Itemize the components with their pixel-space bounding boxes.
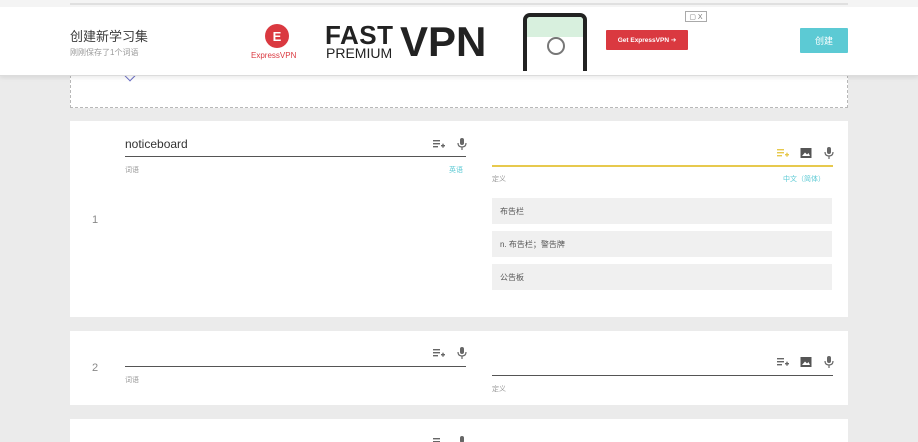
microphone-icon[interactable] [455,346,469,360]
add-list-icon[interactable] [432,137,446,151]
term-underline [125,156,466,157]
definition-suggestion[interactable]: 布告栏 [492,198,832,224]
image-icon[interactable] [799,146,813,160]
ad-brand-name: ExpressVPN [251,51,297,60]
term-input[interactable]: noticeboard [125,137,188,151]
add-list-icon[interactable] [432,435,446,442]
ad-headline-premium: PREMIUM [326,45,393,61]
term-underline[interactable] [125,366,466,367]
divider [70,3,848,5]
definition-language-link[interactable]: 中文（简体） [783,174,825,184]
term-label: 词语 [125,377,139,384]
phone-illustration [523,13,587,71]
microphone-icon[interactable] [822,355,836,369]
definition-suggestion[interactable]: n. 布告栏；警告牌 [492,231,832,257]
page-title: 创建新学习集 [70,29,149,44]
definition-underline[interactable] [492,165,833,167]
definition-suggestion[interactable]: 公告板 [492,264,832,290]
image-icon[interactable] [799,355,813,369]
add-list-icon[interactable] [776,355,790,369]
top-header: 创建新学习集 刚刚保存了1个词语 ▢ X E ExpressVPN FAST P… [0,0,918,76]
power-button-icon [547,37,565,55]
term-card: 1 noticeboard 词语 英语 定义 中文（简体） 布告栏 n. 布告栏… [70,121,848,317]
card-number: 2 [92,362,99,374]
ad-close-icon[interactable]: ▢ X [685,11,707,22]
term-label: 词语 [125,167,139,174]
phone-screen [527,17,583,37]
ad-headline-vpn: VPN [400,18,487,65]
term-card [70,419,848,442]
create-button[interactable]: 创建 [800,28,848,53]
definition-underline[interactable] [492,375,833,376]
term-card: 2 词语 定义 [70,331,848,405]
definition-label: 定义 [492,176,506,183]
expressvpn-logo-icon: E [265,24,289,48]
term-language-link[interactable]: 英语 [449,165,463,175]
card-number: 1 [92,214,99,226]
vpn-ad-banner[interactable]: ▢ X E ExpressVPN FAST PREMIUM VPN Get Ex… [240,10,710,72]
microphone-icon[interactable] [455,137,469,151]
microphone-icon[interactable] [822,146,836,160]
top-strip [0,0,918,7]
definition-label: 定义 [492,386,506,393]
ad-cta-button[interactable]: Get ExpressVPN ➔ [606,30,688,50]
add-list-icon[interactable] [432,346,446,360]
microphone-icon[interactable] [455,435,469,442]
add-list-icon[interactable] [776,146,790,160]
save-status: 刚刚保存了1个词语 [70,48,139,57]
